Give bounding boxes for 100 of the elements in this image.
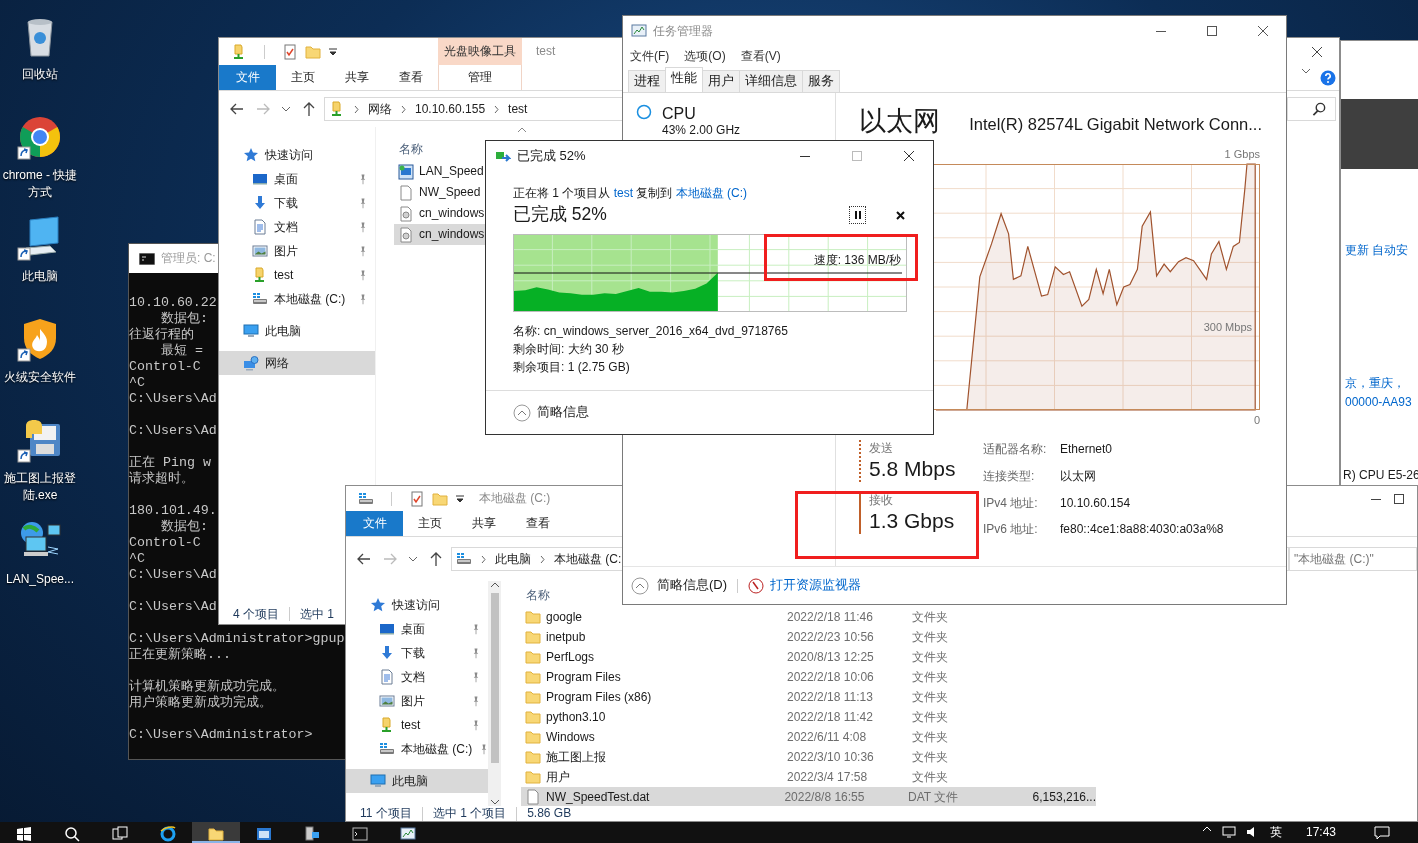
caret-icon[interactable] [455, 494, 465, 503]
up-icon[interactable] [428, 551, 444, 567]
nav-item[interactable]: 快速访问 [346, 593, 488, 617]
terminal-icon[interactable] [352, 826, 368, 842]
ribbon-tab[interactable]: 共享 [330, 65, 384, 90]
desktop-shortcut[interactable]: chrome - 快捷方式 [0, 113, 80, 214]
desktop-shortcut[interactable]: 施工图上报登陆.exe [0, 416, 80, 517]
tab[interactable]: 详细信息 [739, 70, 803, 92]
properties-icon[interactable] [409, 490, 425, 507]
window-icon[interactable] [256, 826, 272, 842]
ribbon-tab[interactable]: 查看 [511, 511, 565, 536]
back-icon[interactable] [356, 551, 372, 567]
network-icon[interactable] [1221, 825, 1236, 839]
nav-item[interactable]: 快速访问 [219, 143, 375, 167]
file-row[interactable]: cn_windows [394, 203, 486, 224]
windows-logo-icon[interactable] [16, 826, 32, 842]
breadcrumb-item[interactable]: 10.10.60.155 [415, 101, 486, 117]
nav-item[interactable]: test [346, 713, 488, 737]
link[interactable]: 京，重庆， [1341, 376, 1418, 391]
tab[interactable]: 服务 [802, 70, 840, 92]
cancel-icon[interactable] [896, 210, 905, 220]
dropdown-icon[interactable] [408, 556, 418, 562]
breadcrumb-item[interactable]: 此电脑 [495, 551, 531, 567]
column-header[interactable]: 名称 [526, 588, 550, 603]
ribbon-tab[interactable]: 主页 [276, 65, 330, 90]
maximize-icon[interactable] [1394, 493, 1404, 504]
link[interactable]: 00000-AA93 [1341, 395, 1418, 410]
link[interactable]: 更新 自动安 [1341, 243, 1418, 258]
summary-button[interactable]: 简略信息 [513, 403, 589, 422]
pause-button[interactable] [849, 206, 866, 224]
ribbon-tab[interactable]: 管理 [438, 65, 522, 90]
ribbon-tab[interactable]: 主页 [403, 511, 457, 536]
nav-item[interactable]: 本地磁盘 (C:) [219, 287, 375, 311]
help-icon[interactable] [1320, 70, 1336, 86]
task-manager-icon[interactable] [400, 826, 416, 842]
desktop-shortcut[interactable]: 此电脑 [0, 214, 80, 315]
menu-item[interactable]: 文件(F) [630, 48, 670, 64]
file-row[interactable]: Program Files (x86) 2022/2/18 11:13 文件夹 [521, 687, 1096, 707]
file-row[interactable]: 施工图上报 2022/3/10 10:36 文件夹 [521, 747, 1096, 767]
search-field[interactable]: "本地磁盘 (C:)" [1289, 547, 1417, 571]
desktop-shortcut[interactable]: LAN_Spee... [0, 517, 80, 618]
nav-item[interactable]: 下载 [219, 191, 375, 215]
maximize-icon[interactable] [1207, 26, 1217, 36]
nav-item[interactable]: 本地磁盘 (C:) [346, 737, 488, 761]
ribbon-tab[interactable]: 共享 [457, 511, 511, 536]
file-row[interactable]: python3.10 2022/2/18 11:42 文件夹 [521, 707, 1096, 727]
close-icon[interactable] [1258, 26, 1268, 36]
file-row[interactable]: LAN_Speed [394, 161, 486, 182]
notification-icon[interactable] [1374, 825, 1390, 841]
menu-item[interactable]: 选项(O) [684, 48, 726, 64]
nav-item[interactable]: 桌面 [219, 167, 375, 191]
properties-icon[interactable] [282, 43, 298, 60]
scroll-up-icon[interactable] [490, 581, 500, 589]
file-row[interactable]: NW_Speed [394, 182, 486, 203]
desktop-shortcut[interactable]: 火绒安全软件 [0, 315, 80, 416]
nav-item[interactable]: 此电脑 [346, 769, 488, 793]
search-field[interactable] [1288, 97, 1336, 121]
nav-item[interactable]: 此电脑 [219, 319, 375, 343]
file-row[interactable]: PerfLogs 2020/8/13 12:25 文件夹 [521, 647, 1096, 667]
task-view-icon[interactable] [112, 826, 128, 842]
breadcrumb-item[interactable]: test [508, 101, 528, 117]
folder-icon[interactable] [208, 826, 224, 842]
link[interactable]: 本地磁盘 (C:) [675, 186, 748, 200]
file-row[interactable]: cn_windows [394, 224, 486, 245]
tab[interactable]: 用户 [702, 70, 740, 92]
back-icon[interactable] [229, 101, 245, 117]
desktop-shortcut[interactable]: 回收站 [0, 12, 80, 113]
close-icon[interactable] [904, 151, 914, 161]
scrollbar[interactable] [489, 581, 501, 806]
resource-monitor-link[interactable]: 打开资源监视器 [748, 577, 862, 594]
close-icon[interactable] [1312, 46, 1322, 57]
menu-item[interactable]: 查看(V) [740, 48, 781, 64]
ribbon-tab[interactable]: 查看 [384, 65, 438, 90]
clock[interactable]: 17:43 [1305, 825, 1336, 840]
browser-icon[interactable] [160, 826, 176, 842]
file-row[interactable]: google 2022/2/18 11:46 文件夹 [521, 607, 1096, 627]
up-icon[interactable] [301, 101, 317, 117]
tab[interactable]: 进程 [628, 70, 666, 92]
link[interactable]: test [613, 186, 634, 200]
server-icon[interactable] [304, 826, 320, 842]
file-row[interactable]: NW_SpeedTest.dat 2022/8/8 16:55 DAT 文件 6,153,216... [521, 787, 1096, 806]
nav-item[interactable]: 网络 [219, 351, 375, 375]
taskbar-button[interactable] [192, 822, 240, 843]
nav-item[interactable]: 下载 [346, 641, 488, 665]
breadcrumb-item[interactable]: 网络 [368, 101, 392, 117]
search-icon[interactable] [64, 826, 80, 842]
nav-item[interactable]: test [219, 263, 375, 287]
breadcrumb-item[interactable]: 本地磁盘 (C: [554, 551, 622, 567]
file-row[interactable]: 用户 2022/3/4 17:58 文件夹 [521, 767, 1096, 787]
nav-item[interactable]: 文档 [219, 215, 375, 239]
file-row[interactable]: Program Files 2022/2/18 10:06 文件夹 [521, 667, 1096, 687]
dropdown-icon[interactable] [281, 106, 291, 112]
input-language[interactable]: 英 [1269, 825, 1282, 840]
caret-icon[interactable] [328, 47, 338, 56]
chevron-up-icon[interactable] [1201, 825, 1212, 833]
nav-item[interactable]: 图片 [346, 689, 488, 713]
nav-item[interactable]: 桌面 [346, 617, 488, 641]
ribbon-tab[interactable]: 文件 [219, 65, 276, 90]
column-header[interactable]: 名称 [399, 142, 423, 157]
nav-item[interactable]: 文档 [346, 665, 488, 689]
